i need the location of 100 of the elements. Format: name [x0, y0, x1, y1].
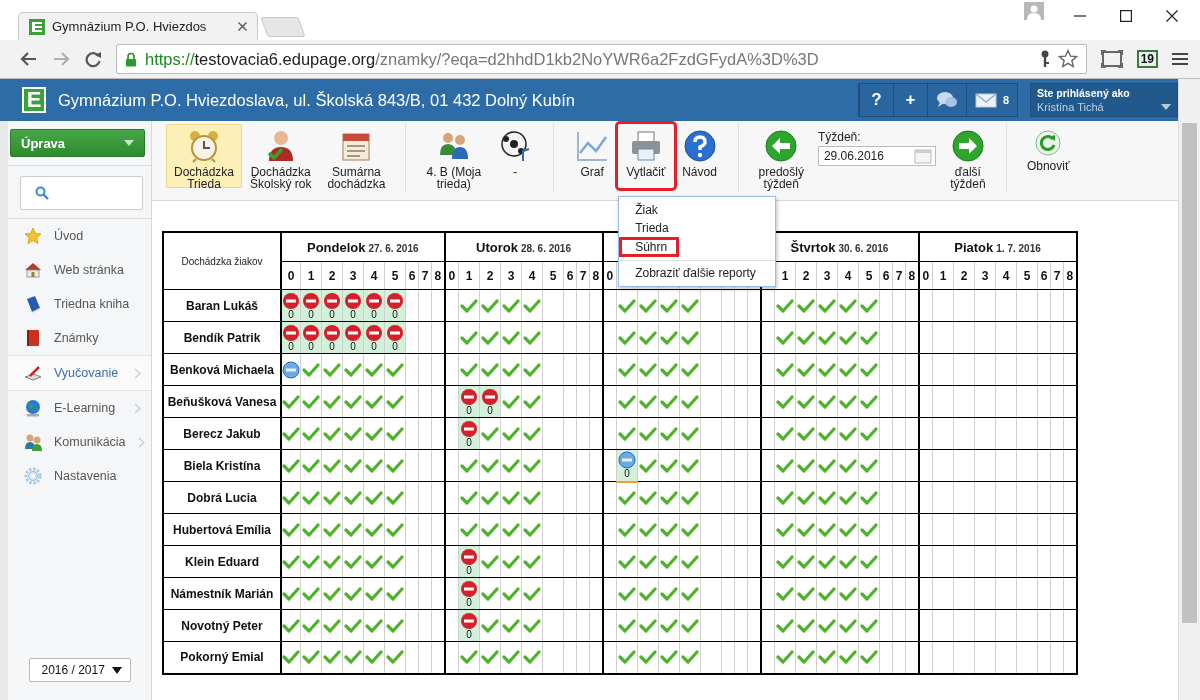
- period-number: 4: [1002, 268, 1010, 283]
- ball-icon: [499, 129, 532, 163]
- student-name: Beňušková Vanesa: [167, 394, 277, 409]
- toolbar-button[interactable]: Dochádzka Trieda: [166, 124, 243, 188]
- search-field[interactable]: [20, 176, 143, 210]
- toolbar-button[interactable]: -: [489, 124, 542, 188]
- arrow-right-icon: [950, 129, 985, 163]
- book-icon: [24, 295, 42, 313]
- sidebar-item[interactable]: Komunikácia: [8, 425, 151, 459]
- address-bar[interactable]: https://testovacia6.edupage.org/znamky/?eqa=d2hhdD1kb2NoYWR6a2FzdGFydA%3D%3D: [116, 44, 1087, 74]
- reload-icon[interactable]: [84, 50, 102, 68]
- search-icon: [35, 186, 49, 200]
- header-button[interactable]: +: [892, 84, 927, 116]
- period-number: 1: [781, 268, 789, 283]
- day-name: Utorok: [476, 240, 518, 255]
- period-number: 3: [823, 268, 831, 283]
- period-number: 4: [370, 268, 378, 283]
- week-field[interactable]: 29.06.2016: [817, 146, 936, 166]
- day-name: Štvrtok: [790, 240, 836, 255]
- period-number: 6: [408, 268, 416, 283]
- book-icon: [24, 329, 42, 347]
- chat-icon: [935, 91, 958, 109]
- people-icon: [24, 433, 42, 451]
- user-menu[interactable]: Ste prihlásený ako Kristína Tichá: [1030, 83, 1178, 117]
- sidebar-item[interactable]: E-Learning: [8, 391, 151, 425]
- sidebar-item[interactable]: Web stránka: [8, 253, 151, 287]
- close-icon[interactable]: [1166, 10, 1178, 22]
- scrollbar[interactable]: [1178, 79, 1200, 700]
- period-number: 8: [434, 268, 442, 283]
- period-number: 0: [287, 268, 295, 283]
- arrow-left-icon: [764, 129, 799, 163]
- clock-icon: [188, 129, 220, 163]
- sidebar-item[interactable]: Známky: [8, 321, 151, 355]
- chevron-icon: [134, 367, 141, 379]
- period-number: 6: [566, 268, 574, 283]
- period-number: 7: [421, 268, 429, 283]
- sidebar-item[interactable]: Úvod: [8, 219, 151, 253]
- count-text: 0: [465, 405, 473, 416]
- count-text: 0: [328, 309, 336, 320]
- count-text: 0: [349, 309, 357, 320]
- student-name: Baran Lukáš: [186, 298, 258, 313]
- back-icon[interactable]: [20, 51, 38, 67]
- year-select[interactable]: 2016 / 2017: [28, 658, 131, 682]
- count-text: 0: [391, 341, 399, 352]
- period-number: 7: [1053, 268, 1061, 283]
- student-name: Biela Kristína: [183, 458, 261, 473]
- period-number: 7: [579, 268, 587, 283]
- period-number: 5: [1023, 268, 1031, 283]
- edit-menu-button[interactable]: Úprava: [10, 129, 145, 157]
- count-text: 0: [465, 437, 473, 448]
- period-number: 2: [960, 268, 968, 283]
- user-name: Kristína Tichá: [1037, 101, 1104, 113]
- period-number: 5: [549, 268, 557, 283]
- menu-item[interactable]: Trieda: [619, 219, 669, 237]
- period-number: 8: [908, 268, 916, 283]
- browser-tab[interactable]: Gymnázium P.O. Hviezdos: [18, 12, 258, 40]
- toolbar-button[interactable]: Graf: [566, 124, 619, 188]
- period-number: 2: [486, 268, 494, 283]
- period-number: 2: [328, 268, 336, 283]
- fullscreen-icon[interactable]: [1100, 50, 1123, 68]
- toolbar-button[interactable]: Návod: [673, 124, 726, 188]
- student-name: Bendík Patrik: [183, 330, 261, 345]
- house-icon: [24, 261, 42, 279]
- messages-button[interactable]: 8: [965, 84, 1017, 116]
- header-button[interactable]: ?: [858, 84, 893, 116]
- period-number: 3: [507, 268, 515, 283]
- sidebar-item[interactable]: Triedna kniha: [8, 287, 151, 321]
- day-date: 28. 6. 2016: [520, 243, 571, 254]
- extension-badge[interactable]: 19: [1136, 50, 1158, 68]
- period-number: 0: [606, 268, 614, 283]
- period-number: 6: [1040, 268, 1048, 283]
- menu-item[interactable]: Žiak: [619, 201, 658, 219]
- count-text: 0: [465, 629, 473, 640]
- mail-icon: [974, 92, 997, 108]
- school-title: Gymnázium P.O. Hviezdoslava, ul. Školská 843/B, 01 432 Dolný Kubín: [58, 90, 575, 110]
- scrollbar-thumb[interactable]: [1182, 123, 1197, 623]
- period-number: 5: [865, 268, 873, 283]
- menu-item[interactable]: Zobraziť ďalšie reporty: [619, 264, 756, 282]
- toolbar-button[interactable]: Sumárna dochádzka: [319, 124, 394, 188]
- star-icon[interactable]: [1057, 49, 1078, 69]
- maximize-icon[interactable]: [1120, 10, 1132, 22]
- menu-icon[interactable]: [1172, 52, 1188, 66]
- period-number: 3: [981, 268, 989, 283]
- caret-icon: [111, 666, 122, 674]
- period-number: 2: [802, 268, 810, 283]
- student-name: Pokorný Emial: [180, 650, 264, 665]
- student-name: Hubertová Emília: [173, 522, 271, 537]
- sidebar-item[interactable]: Vyučovanie: [8, 355, 151, 391]
- day-name: Pondelok: [306, 240, 366, 255]
- count-text: 0: [623, 469, 631, 480]
- close-icon[interactable]: [238, 22, 247, 31]
- toolbar-button[interactable]: Vytlačiť: [618, 124, 674, 188]
- message-count: 8: [1002, 94, 1009, 106]
- student-name: Berecz Jakub: [183, 426, 261, 441]
- help-icon: [682, 129, 717, 163]
- key-icon[interactable]: [1039, 50, 1050, 68]
- toolbar-button[interactable]: Obnoviť: [1018, 124, 1078, 188]
- chat-button[interactable]: [926, 84, 966, 116]
- user-caption: Ste prihlásený ako: [1037, 87, 1130, 99]
- sidebar-item[interactable]: Nastavenia: [8, 459, 151, 493]
